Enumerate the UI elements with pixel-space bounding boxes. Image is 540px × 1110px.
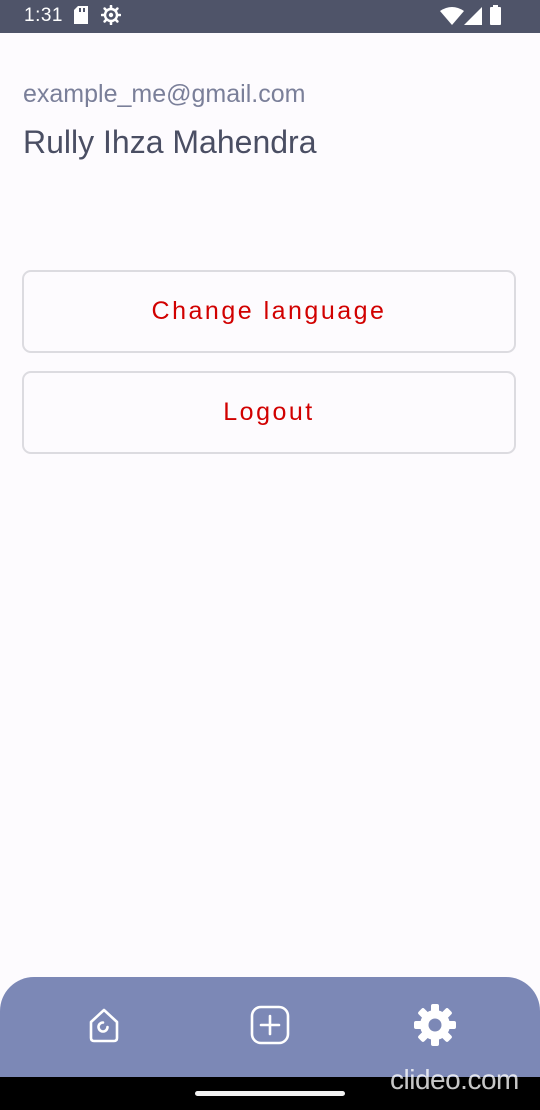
battery-icon (490, 5, 501, 30)
sd-card-icon (74, 6, 88, 29)
user-email: example_me@gmail.com (23, 80, 306, 108)
nav-settings[interactable] (413, 1003, 457, 1052)
settings-icon (413, 1003, 457, 1052)
signal-icon (464, 7, 482, 30)
home-indicator[interactable] (195, 1091, 345, 1096)
change-language-label: Change language (151, 297, 387, 325)
home-icon (84, 1005, 124, 1050)
watermark: clideo.com (390, 1064, 519, 1095)
status-bar: 1:31 (0, 0, 540, 33)
change-language-button[interactable]: Change language (22, 270, 516, 353)
user-name: Rully Ihza Mahendra (23, 124, 317, 160)
wifi-icon (440, 7, 464, 30)
logout-button[interactable]: Logout (22, 371, 516, 454)
settings-status-icon (100, 4, 122, 30)
nav-add[interactable] (248, 1005, 292, 1049)
bottom-nav (0, 977, 540, 1077)
status-time: 1:31 (24, 5, 63, 26)
add-icon (250, 1005, 290, 1050)
nav-home[interactable] (82, 1005, 126, 1049)
logout-label: Logout (223, 398, 315, 426)
